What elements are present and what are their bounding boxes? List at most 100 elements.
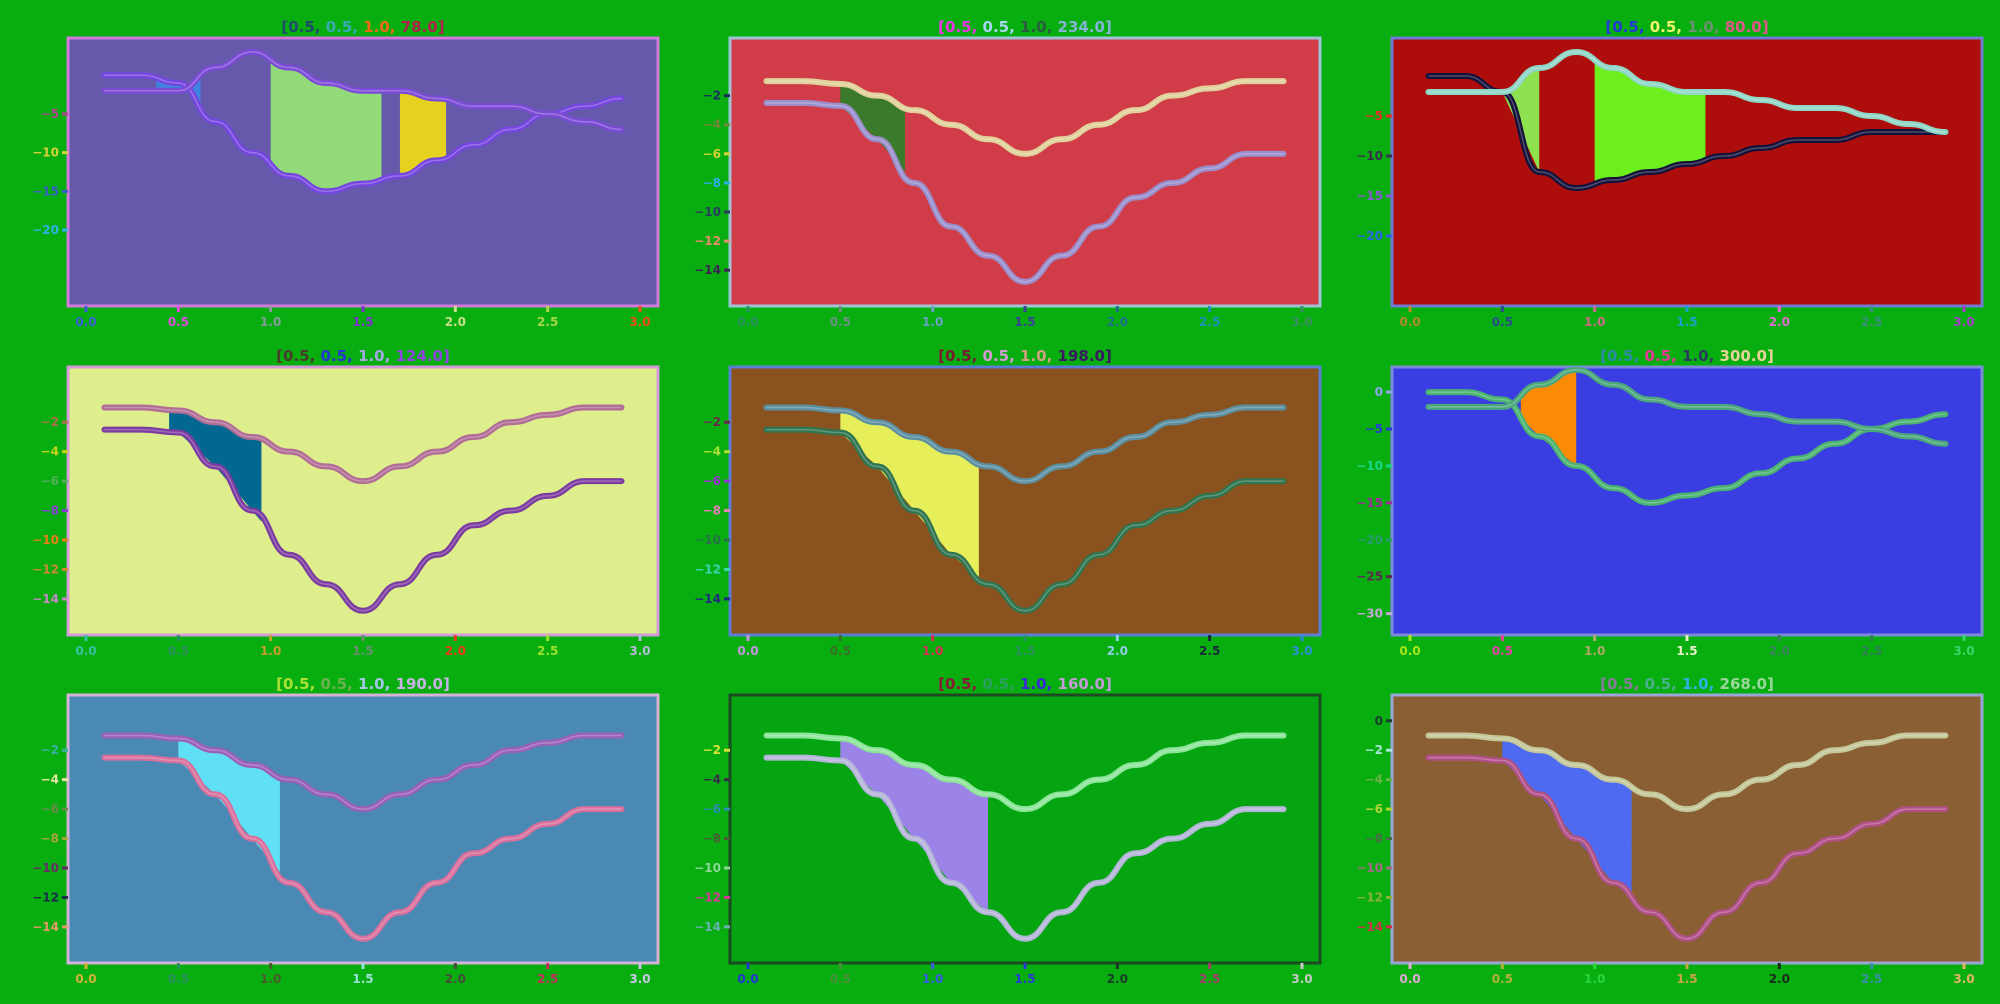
x-tick-label: 1.0 bbox=[922, 972, 943, 986]
chart-title-part: 234.0] bbox=[1058, 18, 1112, 36]
y-tick-label: 0 bbox=[1375, 385, 1383, 399]
x-tick-label: 1.5 bbox=[352, 644, 373, 658]
x-tick-label: 3.0 bbox=[1291, 972, 1312, 986]
y-tick-label: −2 bbox=[703, 415, 721, 429]
y-tick-label: −14 bbox=[694, 263, 721, 277]
x-tick-label: 0.5 bbox=[168, 644, 189, 658]
chart-title-part: 1.0, bbox=[1682, 347, 1720, 365]
chart-title-part: 1.0, bbox=[1020, 675, 1058, 693]
chart-panel: [0.5, 0.5, 1.0, 80.0] 0.0 0.5 1.0 1.5 2.0 2.5 3… bbox=[1356, 18, 1984, 329]
y-tick-label: −20 bbox=[1356, 229, 1383, 243]
chart-title-part: [0.5, bbox=[276, 675, 320, 693]
y-tick-label: −14 bbox=[1356, 920, 1383, 934]
chart-title-part: [0.5, bbox=[1600, 675, 1644, 693]
y-tick-label: −8 bbox=[703, 832, 721, 846]
chart-title-part: [0.5, bbox=[938, 675, 982, 693]
x-tick-label: 0.0 bbox=[737, 644, 758, 658]
x-tick-label: 3.0 bbox=[1953, 972, 1974, 986]
chart-title-part: 78.0] bbox=[401, 18, 445, 36]
y-tick-label: −10 bbox=[1356, 149, 1383, 163]
y-tick-label: −5 bbox=[1365, 109, 1383, 123]
y-tick-label: −15 bbox=[1356, 496, 1383, 510]
x-tick-label: 2.5 bbox=[1199, 315, 1220, 329]
y-tick-label: −6 bbox=[41, 802, 59, 816]
chart-title: [0.5, 0.5, 1.0, 160.0] bbox=[938, 675, 1112, 693]
x-tick-label: 1.0 bbox=[922, 315, 943, 329]
y-tick-label: −14 bbox=[694, 592, 721, 606]
x-tick-label: 1.0 bbox=[1584, 315, 1605, 329]
chart-title-part: 1.0, bbox=[1020, 347, 1058, 365]
y-tick-label: −6 bbox=[703, 474, 721, 488]
chart-title-part: 1.0, bbox=[363, 18, 401, 36]
chart-title: [0.5, 0.5, 1.0, 80.0] bbox=[1605, 18, 1768, 36]
y-tick-label: −6 bbox=[1365, 802, 1383, 816]
chart-panel: [0.5, 0.5, 1.0, 78.0] 0.0 0.5 1.0 1.5 2.0 2.5 3… bbox=[32, 18, 660, 329]
y-tick-label: −2 bbox=[703, 89, 721, 103]
chart-title-part: [0.5, bbox=[1600, 347, 1644, 365]
x-tick-label: 2.5 bbox=[1861, 644, 1882, 658]
y-tick-label: −6 bbox=[703, 802, 721, 816]
chart-title-part: 1.0, bbox=[1687, 18, 1725, 36]
chart-panel: [0.5, 0.5, 1.0, 198.0] 0.0 0.5 1.0 1.5 2.0 2.5… bbox=[694, 347, 1322, 658]
x-tick-label: 2.5 bbox=[1199, 644, 1220, 658]
x-tick-label: 0.0 bbox=[737, 315, 758, 329]
chart-title-part: 0.5, bbox=[1645, 347, 1683, 365]
chart-grid: [0.5, 0.5, 1.0, 78.0] 0.0 0.5 1.0 1.5 2.0 2.5 3… bbox=[0, 0, 2000, 1000]
y-tick-label: −2 bbox=[41, 415, 59, 429]
x-tick-label: 0.5 bbox=[1492, 644, 1513, 658]
chart-title-part: 198.0] bbox=[1058, 347, 1112, 365]
y-tick-label: −5 bbox=[1365, 422, 1383, 436]
chart-title-part: 0.5, bbox=[326, 18, 364, 36]
x-tick-label: 1.5 bbox=[1676, 972, 1697, 986]
x-tick-label: 3.0 bbox=[629, 644, 650, 658]
chart-panel: [0.5, 0.5, 1.0, 268.0] 0.0 0.5 1.0 1.5 2.0 2.5… bbox=[1356, 675, 1984, 986]
y-tick-label: −10 bbox=[32, 533, 59, 547]
chart-title-part: 0.5, bbox=[321, 347, 359, 365]
chart-title-part: 80.0] bbox=[1725, 18, 1769, 36]
x-tick-label: 1.0 bbox=[922, 644, 943, 658]
chart-title-part: 0.5, bbox=[1650, 18, 1688, 36]
chart-title: [0.5, 0.5, 1.0, 234.0] bbox=[938, 18, 1112, 36]
x-tick-label: 0.5 bbox=[1492, 972, 1513, 986]
y-tick-label: −10 bbox=[1356, 861, 1383, 875]
x-tick-label: 1.0 bbox=[1584, 972, 1605, 986]
chart-panel: [0.5, 0.5, 1.0, 190.0] 0.0 0.5 1.0 1.5 2.0 2.5… bbox=[32, 675, 660, 986]
x-tick-label: 0.5 bbox=[168, 972, 189, 986]
x-tick-label: 1.0 bbox=[260, 644, 281, 658]
y-tick-label: −12 bbox=[1356, 890, 1383, 904]
x-tick-label: 1.5 bbox=[1014, 315, 1035, 329]
chart-canvas: [0.5, 0.5, 1.0, 78.0] 0.0 0.5 1.0 1.5 2.0 2.5 3… bbox=[32, 18, 1984, 986]
chart-title-part: 1.0, bbox=[1020, 18, 1058, 36]
y-tick-label: −2 bbox=[1365, 743, 1383, 757]
x-tick-label: 1.0 bbox=[1584, 644, 1605, 658]
x-tick-label: 2.0 bbox=[1107, 315, 1128, 329]
y-tick-label: −15 bbox=[32, 184, 59, 198]
x-tick-label: 2.0 bbox=[1769, 972, 1790, 986]
y-tick-label: −4 bbox=[41, 445, 59, 459]
x-tick-label: 3.0 bbox=[1953, 315, 1974, 329]
x-tick-label: 2.0 bbox=[1107, 972, 1128, 986]
chart-title-part: 0.5, bbox=[983, 347, 1021, 365]
chart-title-part: [0.5, bbox=[938, 18, 982, 36]
y-tick-label: −12 bbox=[694, 890, 721, 904]
x-tick-label: 2.0 bbox=[1769, 644, 1790, 658]
x-tick-label: 3.0 bbox=[629, 972, 650, 986]
y-tick-label: −8 bbox=[41, 504, 59, 518]
y-tick-label: −8 bbox=[41, 832, 59, 846]
x-tick-label: 0.0 bbox=[1399, 644, 1420, 658]
chart-title-part: 124.0] bbox=[396, 347, 450, 365]
x-tick-label: 0.5 bbox=[830, 644, 851, 658]
y-tick-label: −4 bbox=[41, 773, 59, 787]
y-tick-label: −12 bbox=[694, 562, 721, 576]
x-tick-label: 3.0 bbox=[1291, 644, 1312, 658]
chart-title: [0.5, 0.5, 1.0, 78.0] bbox=[281, 18, 444, 36]
x-tick-label: 1.5 bbox=[1676, 315, 1697, 329]
y-tick-label: −15 bbox=[1356, 189, 1383, 203]
x-tick-label: 2.0 bbox=[445, 644, 466, 658]
y-tick-label: −10 bbox=[694, 533, 721, 547]
x-tick-label: 1.5 bbox=[352, 972, 373, 986]
chart-title-part: [0.5, bbox=[1605, 18, 1649, 36]
x-tick-label: 0.0 bbox=[1399, 972, 1420, 986]
chart-title-part: 0.5, bbox=[1645, 675, 1683, 693]
chart-title-part: [0.5, bbox=[276, 347, 320, 365]
